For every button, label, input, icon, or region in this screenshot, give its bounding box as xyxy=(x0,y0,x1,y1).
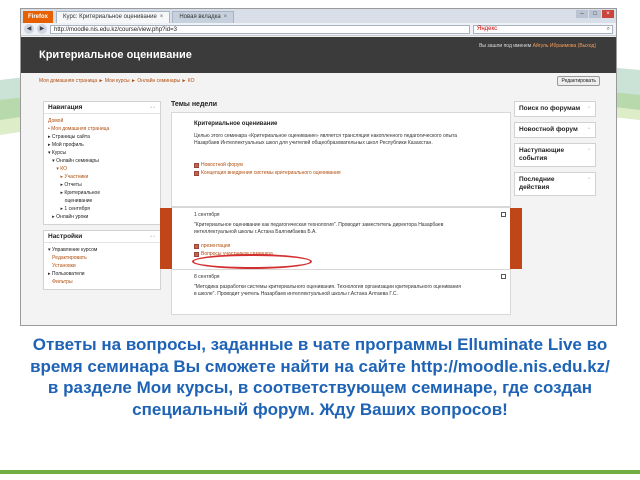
block-controls-icon[interactable]: ▫ xyxy=(588,105,591,113)
navigation-tree: Домой • Моя домашняя страница ▸ Страницы… xyxy=(44,114,160,224)
nav-item-criteria[interactable]: ▸ Критериальное xyxy=(48,189,156,197)
close-icon[interactable]: × xyxy=(160,12,164,23)
course-section-2: 8 сентября "Методика разработки системы … xyxy=(171,270,511,315)
nav-item-online-lessons[interactable]: ▸ Онлайн уроки xyxy=(48,213,156,221)
maximize-icon[interactable]: □ xyxy=(589,10,601,18)
document-icon xyxy=(194,170,199,176)
presentation-icon xyxy=(194,243,199,249)
minimize-icon[interactable]: – xyxy=(576,10,588,18)
block-title: Настройки xyxy=(48,233,83,240)
section-heading: Критериальное оценивание xyxy=(194,121,278,127)
forward-arrow-icon[interactable]: ▶ xyxy=(37,24,47,34)
right-column: Поиск по форумам ▫ Новостной форум ▫ Нас… xyxy=(514,101,596,201)
presentation-link[interactable]: презентация xyxy=(194,242,488,250)
browser-screenshot: Firefox Курс: Критериальное оценивание ×… xyxy=(20,8,617,326)
nav-item-participants[interactable]: ▸ Участники xyxy=(48,173,156,181)
nav-item-sept1[interactable]: ▸ 1 сентября xyxy=(48,205,156,213)
highlight-checkbox[interactable] xyxy=(501,274,506,279)
block-forum-search: Поиск по форумам ▫ xyxy=(514,101,596,117)
back-arrow-icon[interactable]: ◀ xyxy=(24,24,34,34)
resource-link[interactable]: Концепция внедрения системы критериально… xyxy=(194,169,488,177)
block-header: Навигация ▫▫ xyxy=(44,102,160,114)
browser-navbar: ◀ ▶ http://moodle.nis.edu.kz/course/view… xyxy=(21,23,616,36)
course-section-0: Критериальное оценивание Целью этого сем… xyxy=(171,112,511,207)
block-header: Настройки ▫▫ xyxy=(44,231,160,243)
logout-link[interactable]: (Выход) xyxy=(578,43,596,49)
block-title: Навигация xyxy=(48,104,83,111)
nav-item-site-pages[interactable]: ▸ Страницы сайта xyxy=(48,133,156,141)
current-week-highlight xyxy=(510,208,522,269)
center-column: Темы недели Критериальное оценивание Цел… xyxy=(160,101,522,315)
section-date: 8 сентября xyxy=(194,274,220,280)
browser-tab-active[interactable]: Курс: Критериальное оценивание × xyxy=(56,11,171,23)
moodle-header: Критериальное оценивание Вы зашли под им… xyxy=(21,37,616,73)
search-input[interactable]: Яндекс ⌕ xyxy=(473,24,613,34)
block-title: Последние действия xyxy=(519,176,555,191)
forum-link-label: Новостной форум xyxy=(201,162,243,168)
nav-item-criteria-cont: оценивание xyxy=(48,198,93,204)
course-section-1: 1 сентября "Критериальное оценивание как… xyxy=(160,207,522,270)
browser-tab-label: Новая вкладка xyxy=(179,14,221,20)
settings-block: Настройки ▫▫ ▾ Управление курсом Редакти… xyxy=(43,230,161,290)
section-summary: "Критериальное оценивание как педагогиче… xyxy=(194,222,444,235)
nav-item-reports[interactable]: ▸ Отчеты xyxy=(48,181,156,189)
nav-item-my-home[interactable]: • Моя домашняя страница xyxy=(48,125,156,133)
nav-item-ko[interactable]: ▾ КО xyxy=(48,165,156,173)
annotation-oval xyxy=(192,254,312,269)
window-close-icon[interactable]: × xyxy=(602,10,614,18)
block-title: Новостной форум xyxy=(519,126,578,133)
block-controls-icon[interactable]: ▫ xyxy=(588,176,591,192)
search-icon[interactable]: ⌕ xyxy=(607,25,610,33)
settings-item-course-admin[interactable]: ▾ Управление курсом xyxy=(48,246,156,254)
settings-item-edit[interactable]: Редактировать xyxy=(48,254,156,262)
block-recent-activity: Последние действия ▫ xyxy=(514,172,596,196)
slide-bottom-line xyxy=(0,470,640,474)
resource-link-label: Концепция внедрения системы критериально… xyxy=(201,170,341,176)
block-controls-icon[interactable]: ▫ xyxy=(588,126,591,134)
section-summary: "Методика разработки системы критериальн… xyxy=(194,284,461,297)
block-upcoming-events: Наступающие события ▫ xyxy=(514,143,596,167)
settings-item-setup[interactable]: Установки xyxy=(48,262,156,270)
site-title: Критериальное оценивание xyxy=(39,49,192,61)
current-week-highlight xyxy=(160,208,172,269)
nav-item-profile[interactable]: ▸ Мой профиль xyxy=(48,141,156,149)
settings-item-filters[interactable]: Фильтры xyxy=(48,278,156,286)
block-title: Наступающие события xyxy=(519,147,565,162)
weekly-topics-title: Темы недели xyxy=(171,101,218,108)
settings-tree: ▾ Управление курсом Редактировать Устано… xyxy=(44,243,160,289)
forum-link[interactable]: Новостной форум xyxy=(194,161,488,169)
breadcrumb-bar: Моя домашняя страница ► Мои курсы ► Онла… xyxy=(21,73,616,89)
block-controls-icon[interactable]: ▫▫ xyxy=(150,105,156,111)
login-info: Вы зашли под именем Айгуль Ибраимова (Вы… xyxy=(479,43,596,49)
presentation-link-label: презентация xyxy=(201,243,231,249)
nav-item-online-seminars[interactable]: ▾ Онлайн семинары xyxy=(48,157,156,165)
section-date: 1 сентября xyxy=(194,212,220,218)
window-controls: – □ × xyxy=(576,10,614,18)
nav-item-courses[interactable]: ▾ Курсы xyxy=(48,149,156,157)
nav-item-home[interactable]: Домой xyxy=(48,117,156,125)
slide-caption: Ответы на вопросы, заданные в чате прогр… xyxy=(30,335,610,419)
firefox-menu-button[interactable]: Firefox xyxy=(23,11,54,23)
forum-icon xyxy=(194,251,199,257)
browser-tab-label: Курс: Критериальное оценивание xyxy=(63,14,157,20)
login-prefix: Вы зашли под именем xyxy=(479,43,533,49)
close-icon[interactable]: × xyxy=(224,12,228,23)
highlight-checkbox[interactable] xyxy=(501,212,506,217)
navigation-block: Навигация ▫▫ Домой • Моя домашняя страни… xyxy=(43,101,161,225)
browser-tab-strip: Firefox Курс: Критериальное оценивание ×… xyxy=(21,9,616,23)
block-title: Поиск по форумам xyxy=(519,105,581,112)
left-column: Навигация ▫▫ Домой • Моя домашняя страни… xyxy=(43,101,161,295)
settings-item-users[interactable]: ▸ Пользователи xyxy=(48,270,156,278)
address-bar[interactable]: http://moodle.nis.edu.kz/course/view.php… xyxy=(50,24,470,34)
section-summary: Целью этого семинара «Критериальное оцен… xyxy=(194,133,458,146)
browser-tab[interactable]: Новая вкладка × xyxy=(172,11,235,23)
breadcrumb[interactable]: Моя домашняя страница ► Мои курсы ► Онла… xyxy=(39,78,195,84)
block-controls-icon[interactable]: ▫▫ xyxy=(150,234,156,240)
edit-button[interactable]: Редактировать xyxy=(557,76,600,86)
block-controls-icon[interactable]: ▫ xyxy=(588,147,591,163)
search-engine-label: Яндекс xyxy=(477,26,498,32)
user-link[interactable]: Айгуль Ибраимова xyxy=(533,43,577,49)
forum-icon xyxy=(194,162,199,168)
block-news-forum: Новостной форум ▫ xyxy=(514,122,596,138)
